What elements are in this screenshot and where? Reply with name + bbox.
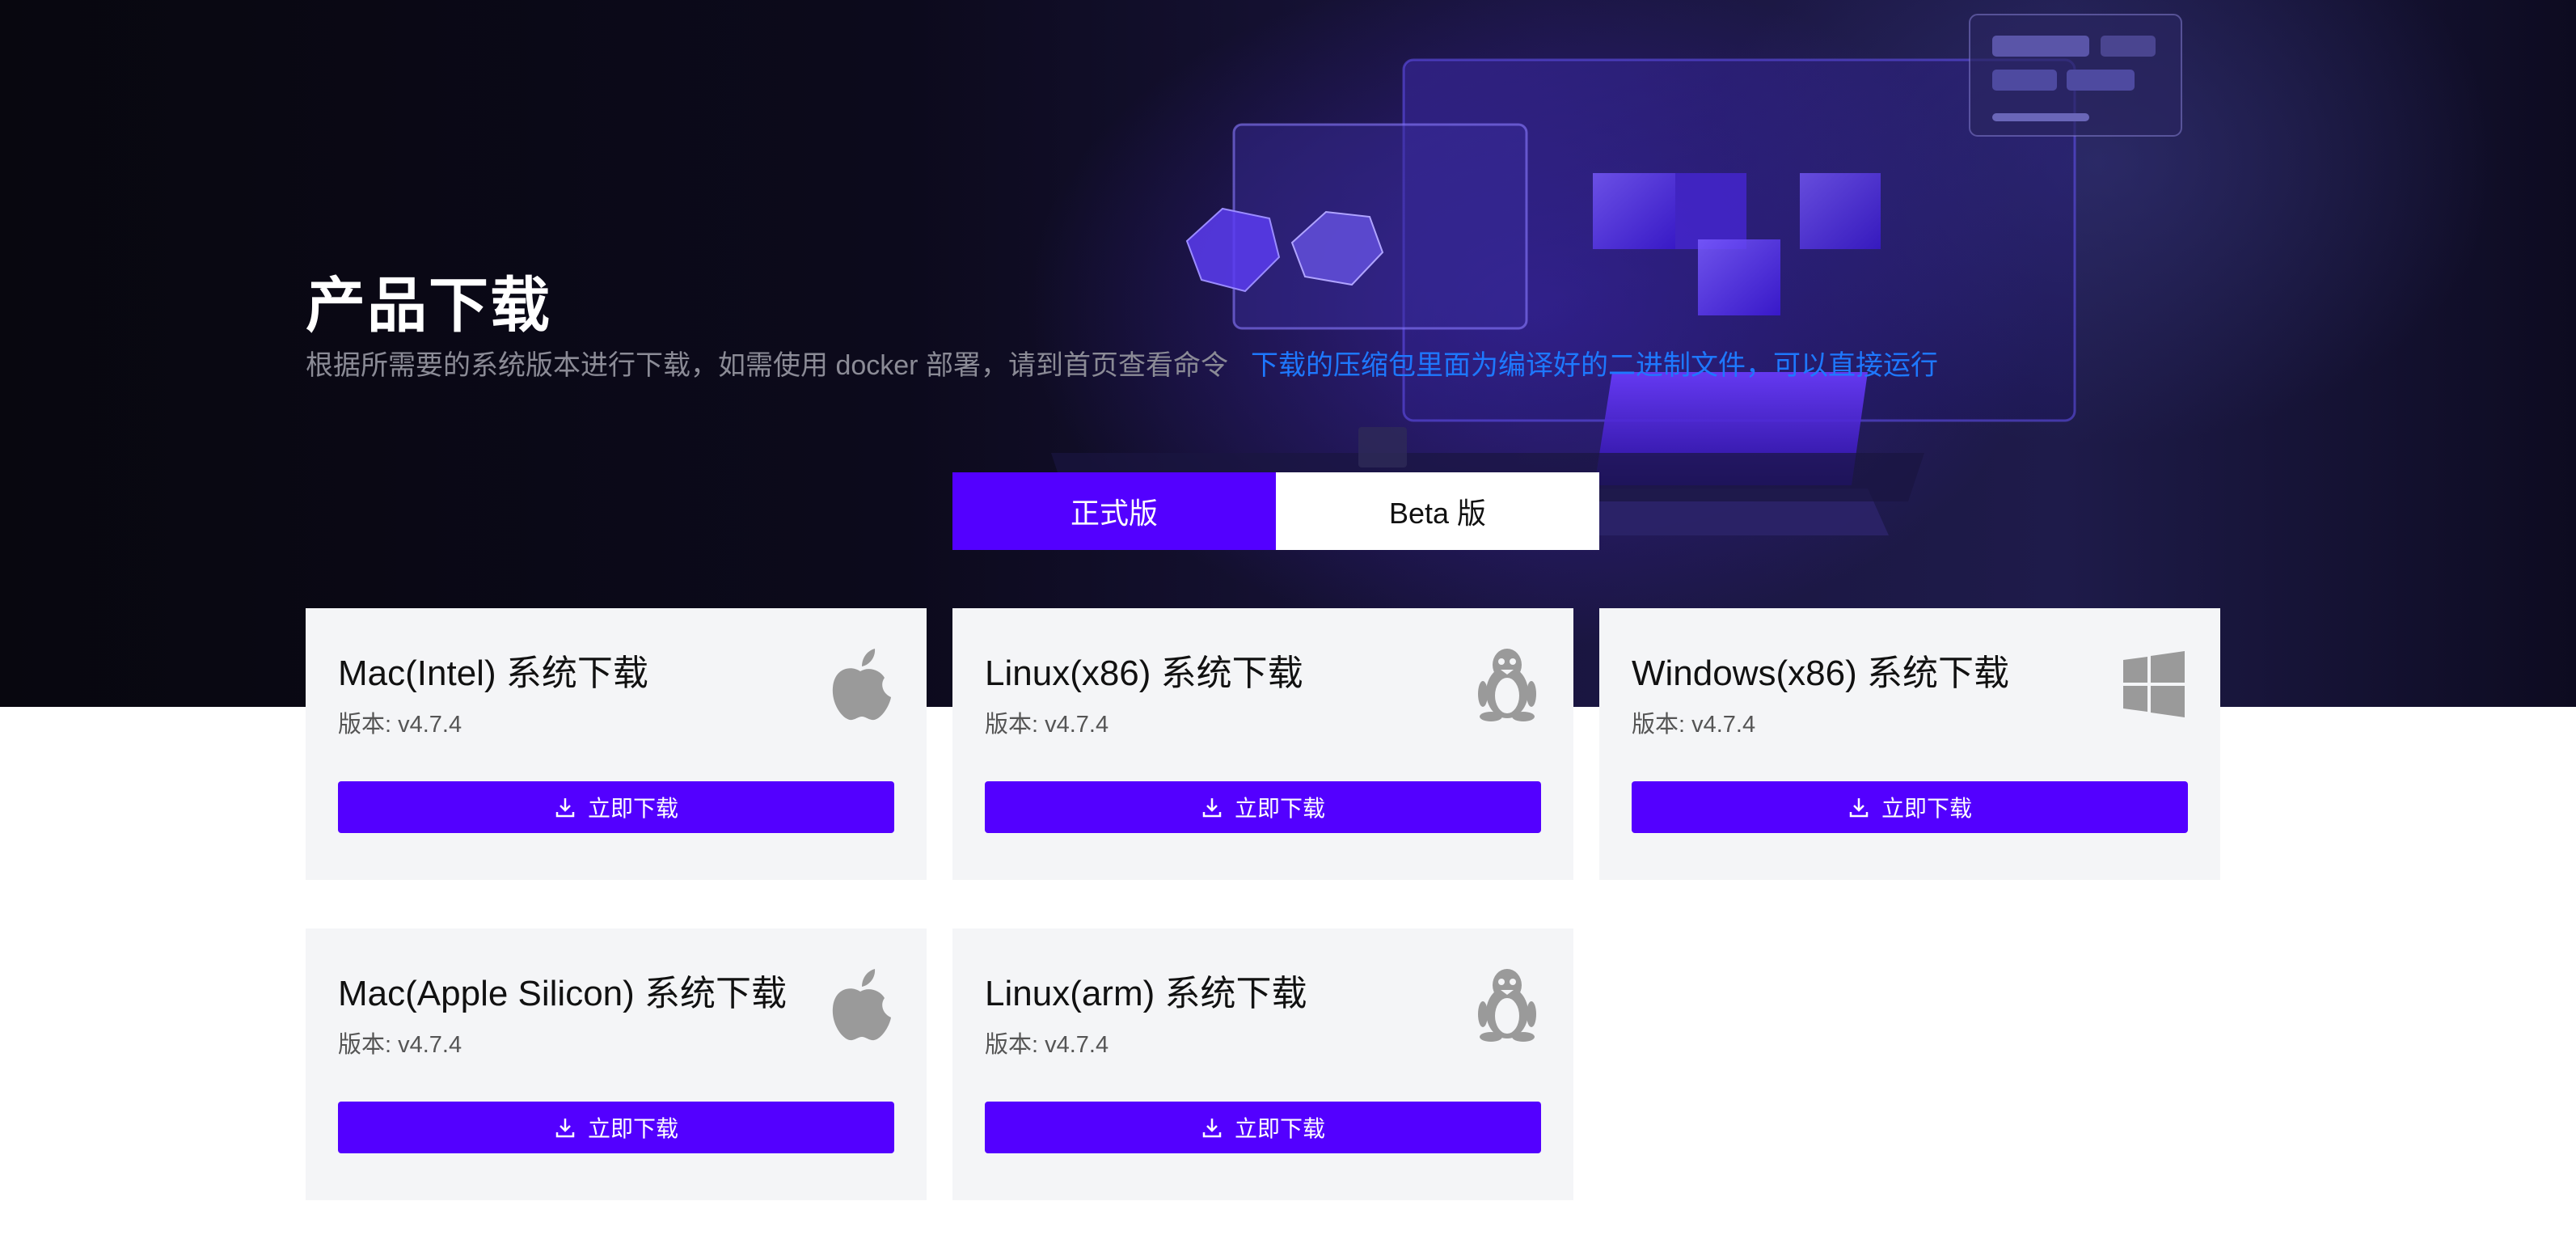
download-icon [1202, 798, 1222, 818]
download-button[interactable]: 立即下载 [338, 781, 894, 833]
tab-beta[interactable]: Beta 版 [1276, 472, 1599, 550]
download-button[interactable]: 立即下载 [1632, 781, 2188, 833]
download-button[interactable]: 立即下载 [985, 1102, 1541, 1153]
subtitle-text: 根据所需要的系统版本进行下载，如需使用 docker 部署，请到首页查看命令 [306, 350, 1228, 381]
download-icon [555, 798, 575, 818]
download-label: 立即下载 [1881, 796, 1972, 821]
download-button[interactable]: 立即下载 [985, 781, 1541, 833]
download-button[interactable]: 立即下载 [338, 1102, 894, 1153]
download-label: 立即下载 [587, 796, 678, 821]
hero-banner: 产品下载 根据所需要的系统版本进行下载，如需使用 docker 部署，请到首页查… [0, 0, 2576, 707]
download-card-linux-arm: Linux(arm) 系统下载 版本: v4.7.4 立即下载 [952, 928, 1573, 1200]
card-version: 版本: v4.7.4 [338, 1032, 462, 1058]
card-title: Linux(x86) 系统下载 [985, 653, 1303, 693]
subtitle-highlight: 下载的压缩包里面为编译好的二进制文件，可以直接运行 [1250, 350, 1938, 381]
page-title: 产品下载 [306, 272, 551, 339]
download-card-mac-intel: Mac(Intel) 系统下载 版本: v4.7.4 立即下载 [306, 608, 927, 880]
card-version: 版本: v4.7.4 [985, 1032, 1109, 1058]
download-card-mac-apple-silicon: Mac(Apple Silicon) 系统下载 版本: v4.7.4 立即下载 [306, 928, 927, 1200]
linux-icon [1478, 969, 1536, 1042]
apple-icon [832, 969, 891, 1041]
linux-icon [1478, 649, 1536, 721]
card-title: Mac(Apple Silicon) 系统下载 [338, 974, 788, 1013]
download-icon [1849, 798, 1869, 818]
apple-icon [832, 649, 891, 721]
download-icon [555, 1119, 575, 1138]
download-label: 立即下载 [1234, 1116, 1325, 1141]
download-label: 立即下载 [587, 1116, 678, 1141]
card-version: 版本: v4.7.4 [338, 712, 462, 738]
card-title: Mac(Intel) 系统下载 [338, 653, 648, 693]
download-card-windows-x86: Windows(x86) 系统下载 版本: v4.7.4 立即下载 [1599, 608, 2220, 880]
card-title: Linux(arm) 系统下载 [985, 974, 1307, 1013]
download-label: 立即下载 [1234, 796, 1325, 821]
download-card-linux-x86: Linux(x86) 系统下载 版本: v4.7.4 立即下载 [952, 608, 1573, 880]
tab-stable[interactable]: 正式版 [952, 472, 1276, 550]
card-version: 版本: v4.7.4 [985, 712, 1109, 738]
download-icon [1202, 1119, 1222, 1138]
page-subtitle: 根据所需要的系统版本进行下载，如需使用 docker 部署，请到首页查看命令 下载… [306, 343, 1938, 383]
windows-icon [2123, 651, 2185, 717]
card-title: Windows(x86) 系统下载 [1632, 653, 2009, 693]
card-version: 版本: v4.7.4 [1632, 712, 1756, 738]
release-tabs: 正式版 Beta 版 [952, 472, 1599, 550]
